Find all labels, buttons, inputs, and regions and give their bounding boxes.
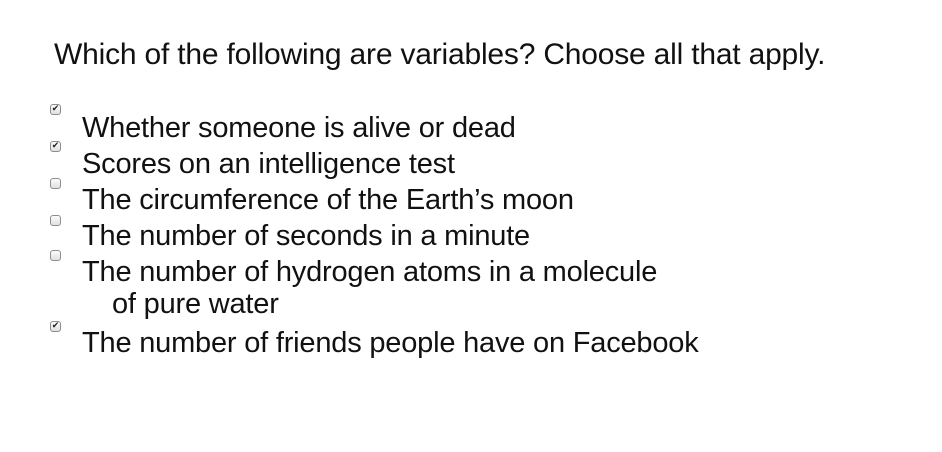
option-4-checkbox[interactable] xyxy=(50,215,61,226)
option-2-label: Scores on an intelligence test xyxy=(82,148,455,180)
option-5-label-continuation: of pure water xyxy=(112,288,279,320)
option-3-checkbox[interactable] xyxy=(50,178,61,189)
option-2-checkbox[interactable]: ✔ xyxy=(50,141,61,152)
option-6-checkbox[interactable]: ✔ xyxy=(50,321,61,332)
checkmark-icon: ✔ xyxy=(51,141,60,151)
question-text: Which of the following are variables? Ch… xyxy=(54,38,826,71)
checkmark-icon: ✔ xyxy=(51,321,60,331)
option-4-label: The number of seconds in a minute xyxy=(82,220,530,252)
option-3-label: The circumference of the Earth’s moon xyxy=(82,184,574,216)
checkmark-icon: ✔ xyxy=(51,104,60,114)
option-1-label: Whether someone is alive or dead xyxy=(82,112,516,144)
option-6-label: The number of friends people have on Fac… xyxy=(82,327,699,359)
option-5-label: The number of hydrogen atoms in a molecu… xyxy=(82,256,658,320)
option-1-checkbox[interactable]: ✔ xyxy=(50,104,61,115)
option-5-checkbox[interactable] xyxy=(50,250,61,261)
